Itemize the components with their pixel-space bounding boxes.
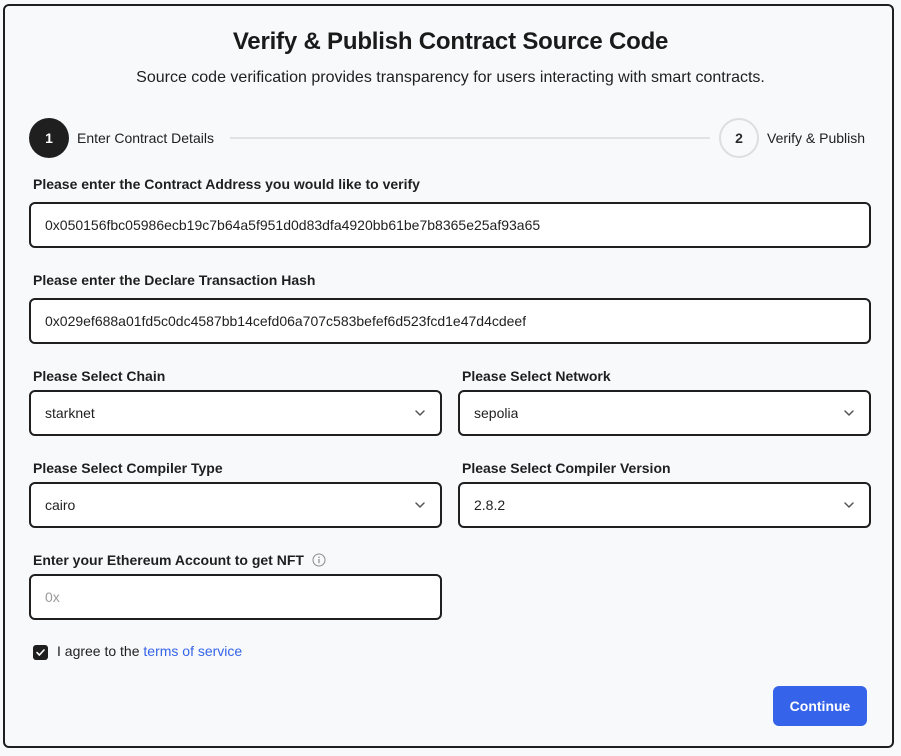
step-1-indicator: 1 (29, 118, 69, 158)
page-subtitle: Source code verification provides transp… (136, 69, 765, 86)
eth-account-label-row: Enter your Ethereum Account to get NFT (33, 552, 326, 568)
compiler-version-select[interactable]: 2.8.2 (458, 482, 871, 528)
eth-account-placeholder: 0x (45, 589, 60, 605)
contract-address-input[interactable]: 0x050156fbc05986ecb19c7b64a5f951d0d83dfa… (29, 202, 871, 248)
agree-checkbox[interactable] (33, 645, 48, 660)
chain-label: Please Select Chain (33, 368, 166, 384)
network-select[interactable]: sepolia (458, 390, 871, 436)
network-label: Please Select Network (462, 368, 611, 384)
eth-account-input[interactable]: 0x (29, 574, 442, 620)
compiler-type-value: cairo (45, 497, 76, 513)
compiler-version-value: 2.8.2 (474, 497, 506, 513)
chevron-down-icon (415, 410, 425, 416)
checkmark-icon (36, 649, 45, 656)
declare-hash-label: Please enter the Declare Transaction Has… (33, 272, 316, 288)
contract-address-label: Please enter the Contract Address you wo… (33, 176, 420, 192)
chevron-down-icon (844, 410, 854, 416)
terms-of-service-link[interactable]: terms of service (143, 643, 242, 659)
info-icon[interactable] (312, 553, 326, 567)
chevron-down-icon (415, 502, 425, 508)
compiler-version-label: Please Select Compiler Version (462, 460, 671, 476)
chevron-down-icon (844, 502, 854, 508)
stepper-connector (230, 137, 710, 139)
contract-address-value: 0x050156fbc05986ecb19c7b64a5f951d0d83dfa… (45, 217, 541, 233)
chain-value: starknet (45, 405, 95, 421)
chain-select[interactable]: starknet (29, 390, 442, 436)
page-title: Verify & Publish Contract Source Code (232, 28, 669, 55)
eth-account-label: Enter your Ethereum Account to get NFT (33, 552, 304, 568)
compiler-type-label: Please Select Compiler Type (33, 460, 223, 476)
step-2-indicator: 2 (719, 118, 759, 158)
step-1-label: Enter Contract Details (77, 130, 214, 146)
compiler-type-select[interactable]: cairo (29, 482, 442, 528)
continue-button[interactable]: Continue (773, 686, 867, 726)
network-value: sepolia (474, 405, 519, 421)
agree-text: I agree to the terms of service (57, 643, 242, 659)
declare-hash-value: 0x029ef688a01fd5c0dc4587bb14cefd06a707c5… (45, 313, 527, 329)
agree-prefix: I agree to the (57, 643, 140, 659)
declare-hash-input[interactable]: 0x029ef688a01fd5c0dc4587bb14cefd06a707c5… (29, 298, 871, 344)
step-2-label: Verify & Publish (767, 130, 866, 146)
